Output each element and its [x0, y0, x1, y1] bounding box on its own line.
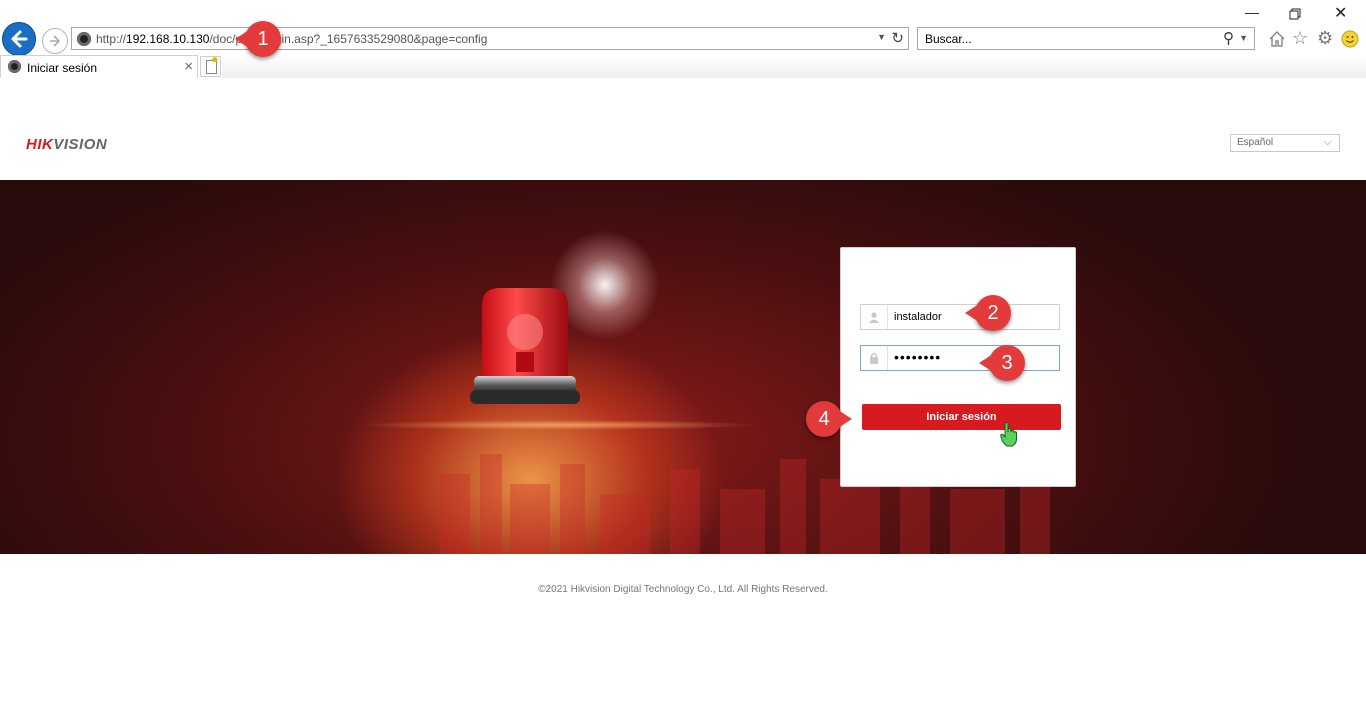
restore-button[interactable]: [1289, 8, 1301, 20]
username-field[interactable]: instalador: [860, 304, 1060, 330]
back-arrow-icon: [11, 30, 28, 48]
callout-1: 1: [235, 21, 281, 57]
search-dropdown-icon[interactable]: ▼: [1239, 33, 1248, 43]
refresh-icon[interactable]: ↻: [891, 29, 904, 47]
lock-icon: [861, 346, 888, 370]
password-field[interactable]: ••••••••: [860, 345, 1060, 371]
browser-chrome: http://192.168.10.130/doc/page/login.asp…: [0, 0, 1366, 78]
new-tab-sparkle-icon: ✸: [211, 55, 219, 65]
login-button[interactable]: Iniciar sesión: [862, 404, 1061, 430]
tab-strip-background: [222, 56, 1366, 78]
user-icon: [861, 305, 888, 329]
login-card: instalador •••••••• Iniciar sesión: [840, 247, 1076, 487]
password-value: ••••••••: [894, 349, 942, 365]
hikvision-logo: HIKVISION: [26, 136, 108, 153]
forward-button[interactable]: [42, 28, 68, 54]
callout-pointer: [838, 410, 852, 428]
login-banner: [0, 180, 1366, 554]
language-value: Español: [1237, 137, 1274, 148]
username-value: instalador: [894, 311, 942, 323]
search-placeholder: Buscar...: [925, 32, 972, 46]
search-icon[interactable]: ⚲: [1223, 29, 1234, 47]
search-box[interactable]: Buscar... ⚲ ▼: [917, 27, 1255, 50]
feedback-smiley-icon[interactable]: [1341, 30, 1359, 48]
tab-title: Iniciar sesión: [27, 61, 98, 75]
callout-pointer: [979, 354, 993, 372]
home-icon[interactable]: [1268, 30, 1286, 48]
address-bar[interactable]: http://192.168.10.130/doc/page/login.asp…: [71, 27, 909, 50]
close-window-button[interactable]: ✕: [1334, 3, 1347, 23]
alarm-siren-icon: [470, 288, 580, 404]
favorites-star-icon[interactable]: ☆: [1292, 28, 1308, 48]
callout-4: 4: [806, 401, 852, 437]
settings-gear-icon[interactable]: ⚙: [1317, 28, 1333, 48]
callout-pointer: [965, 304, 979, 322]
chevron-down-icon: ⌵: [1323, 136, 1332, 148]
site-favicon-icon: [77, 32, 91, 46]
city-skyline: [440, 454, 1050, 554]
callout-pointer: [235, 30, 249, 48]
hand-cursor-icon: [1000, 422, 1017, 447]
back-button[interactable]: [2, 22, 36, 56]
address-url: http://192.168.10.130/doc/page/login.asp…: [96, 32, 488, 46]
callout-2: 2: [965, 295, 1011, 331]
tab-close-icon[interactable]: ×: [184, 58, 193, 75]
tab-favicon-icon: [8, 60, 21, 73]
forward-arrow-icon: [50, 35, 61, 47]
minimize-button[interactable]: —: [1245, 4, 1259, 20]
callout-3: 3: [979, 345, 1025, 381]
tab-iniciar-sesion[interactable]: Iniciar sesión ×: [0, 55, 198, 78]
language-select[interactable]: Español ⌵: [1230, 134, 1340, 152]
copyright-footer: ©2021 Hikvision Digital Technology Co., …: [538, 584, 828, 595]
address-dropdown-icon[interactable]: ▼: [877, 32, 886, 42]
new-tab-button[interactable]: ✸: [200, 55, 221, 77]
